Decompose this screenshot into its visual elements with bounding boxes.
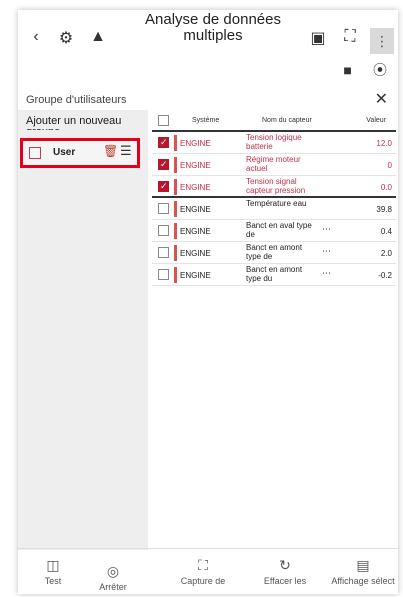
title-line-1: Analyse de données xyxy=(145,11,281,28)
row-sensor-name: Tension logique batterie xyxy=(246,133,302,151)
table-header: Système Nom du capteur Valeur xyxy=(152,110,396,132)
row-value: 39.8 xyxy=(376,205,392,214)
row-value: -0.2 xyxy=(378,271,392,280)
table-row[interactable]: ENGINE Tension logique batterie 12.0 xyxy=(152,132,396,154)
add-group-button[interactable]: Ajouter un nouveau groupe xyxy=(26,116,141,130)
table-body: ENGINETension logique batterie12.0ENGINE… xyxy=(152,132,396,286)
row-sensor-name: Banct en amont type de xyxy=(246,243,303,261)
row-sensor-name: Banct en aval type de xyxy=(246,221,312,239)
clear-button[interactable]: ↻ Effacer les xyxy=(250,557,320,586)
vehicle-settings-icon[interactable]: ■ xyxy=(338,62,358,78)
row-system: ENGINE xyxy=(180,139,211,148)
more-horizontal-icon[interactable]: ⋯ xyxy=(322,246,331,257)
table-row[interactable]: ENGINE Banct en amont type du ⋯ -0.2 xyxy=(152,264,396,286)
header-value[interactable]: Valeur xyxy=(366,117,386,124)
trash-icon[interactable]: 🗑 xyxy=(103,144,118,158)
system-color-bar xyxy=(174,201,177,217)
system-color-bar xyxy=(174,135,177,151)
row-system: ENGINE xyxy=(180,205,211,214)
system-color-bar xyxy=(174,223,177,239)
more-icon[interactable]: ⋮ xyxy=(370,28,394,54)
stop-label: Arrêter xyxy=(99,582,127,592)
system-color-bar xyxy=(174,157,177,173)
row-system: ENGINE xyxy=(180,183,211,192)
header-system[interactable]: Système xyxy=(192,117,219,124)
row-system: ENGINE xyxy=(180,249,211,258)
group-header: Groupe d'utilisateurs ✕ xyxy=(18,90,398,110)
menu-icon[interactable]: ☰ xyxy=(120,143,132,159)
battery-upload-icon[interactable]: ▲ xyxy=(88,28,108,46)
row-checkbox[interactable] xyxy=(158,203,169,214)
table-row[interactable]: ENGINE Régime moteur actuel 0 xyxy=(152,154,396,176)
row-system: ENGINE xyxy=(180,161,211,170)
group-label: Groupe d'utilisateurs xyxy=(26,94,127,106)
sidebar-item-user[interactable]: User 🗑 ☰ xyxy=(20,138,140,168)
test-label: Test xyxy=(44,576,62,586)
vehicle-gear-icon[interactable]: ⚙ xyxy=(56,28,76,48)
row-checkbox[interactable] xyxy=(158,137,169,148)
display-label: Affichage sélect xyxy=(331,576,395,586)
stop-icon: ◎ xyxy=(106,563,120,579)
more-horizontal-icon[interactable]: ⋯ xyxy=(322,268,331,279)
more-horizontal-icon[interactable]: ⋯ xyxy=(322,224,331,235)
row-value: 0.0 xyxy=(380,183,392,192)
sensor-table: Système Nom du capteur Valeur ENGINE Tens… xyxy=(152,110,396,286)
back-icon[interactable]: ‹ xyxy=(26,28,46,46)
row-checkbox[interactable] xyxy=(158,269,169,280)
row-sensor-name: Régime moteur actuel xyxy=(246,155,301,173)
row-value: 0 xyxy=(387,161,392,170)
close-icon[interactable]: ✕ xyxy=(375,89,388,109)
app-window: ‹ ⚙ ▲ Analyse de données multiples ▣ ⛶ ⋮… xyxy=(18,10,398,594)
select-all-checkbox[interactable] xyxy=(158,115,169,126)
title-line-2: multiples xyxy=(183,27,243,44)
stop-button[interactable]: ◎ Arrêter xyxy=(78,563,148,592)
user-name: User xyxy=(53,147,76,158)
bottom-toolbar: ◫ Test ◎ Arrêter ⛶ Capture de ↻ Effacer … xyxy=(18,548,398,594)
sidebar: Ajouter un nouveau groupe User 🗑 ☰ xyxy=(18,110,148,550)
row-checkbox[interactable] xyxy=(158,159,169,170)
row-sensor-name: Banct en amont type du xyxy=(246,265,303,283)
header-sensor[interactable]: Nom du capteur xyxy=(262,117,312,124)
table-row[interactable]: ENGINE Température eau 39.8 xyxy=(152,198,396,220)
row-sensor-name: Température eau xyxy=(246,199,307,208)
header: ‹ ⚙ ▲ Analyse de données multiples ▣ ⛶ ⋮ xyxy=(18,10,398,62)
chart-settings-icon[interactable]: ⦿ xyxy=(370,60,390,80)
table-row[interactable]: ENGINE Banct en aval type de ⋯ 0.4 xyxy=(152,220,396,242)
row-value: 12.0 xyxy=(376,139,392,148)
clear-label: Effacer les xyxy=(263,576,307,586)
fullscreen-icon[interactable]: ⛶ xyxy=(340,28,360,46)
vehicle-scan-icon[interactable]: ▣ xyxy=(308,28,328,48)
row-checkbox[interactable] xyxy=(158,181,169,192)
capture-label: Capture de xyxy=(180,576,226,586)
refresh-icon: ↻ xyxy=(279,557,291,573)
table-row[interactable]: ENGINE Banct en amont type de ⋯ 2.0 xyxy=(152,242,396,264)
user-checkbox[interactable] xyxy=(29,147,41,159)
capture-icon: ⛶ xyxy=(198,557,208,573)
display-selection-button[interactable]: ▤ Affichage sélect xyxy=(328,557,398,586)
capture-button[interactable]: ⛶ Capture de xyxy=(168,557,238,586)
list-view-icon: ▤ xyxy=(356,557,370,573)
page-title: Analyse de données multiples xyxy=(128,12,298,44)
row-checkbox[interactable] xyxy=(158,247,169,258)
row-value: 0.4 xyxy=(380,227,392,236)
system-color-bar xyxy=(174,179,177,195)
row-value: 2.0 xyxy=(380,249,392,258)
row-checkbox[interactable] xyxy=(158,225,169,236)
sub-toolbar: ■ ⦿ xyxy=(330,60,390,80)
system-color-bar xyxy=(174,245,177,261)
row-system: ENGINE xyxy=(180,227,211,236)
row-system: ENGINE xyxy=(180,271,211,280)
row-sensor-name: Tension signal capteur pression xyxy=(246,177,306,195)
table-row[interactable]: ENGINE Tension signal capteur pression 0.0 xyxy=(152,176,396,198)
system-color-bar xyxy=(174,267,177,283)
